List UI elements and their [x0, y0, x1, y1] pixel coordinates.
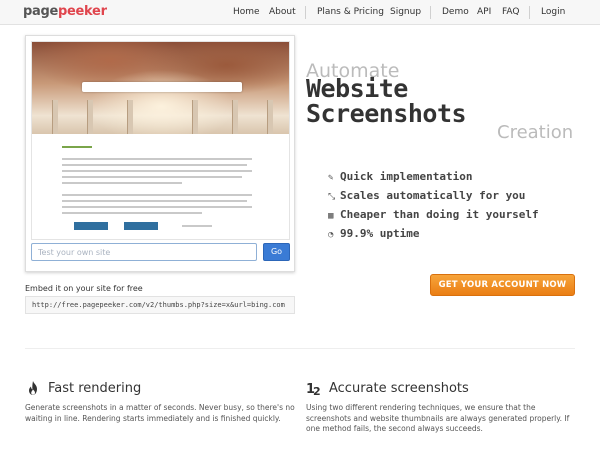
nav-faq-link[interactable]: FAQ [502, 7, 519, 17]
grid-icon: ▦ [328, 211, 334, 221]
section-divider [25, 348, 575, 349]
mini-consent-dialog [54, 136, 269, 239]
nav-about-link[interactable]: About [269, 7, 296, 17]
nav-separator [305, 6, 306, 19]
one-two-icon: 1 2 [306, 382, 321, 396]
hero-screenshots: Screenshots [306, 99, 467, 128]
arrows-icon: ⤡ [328, 192, 336, 202]
nav-demo-link[interactable]: Demo [442, 7, 469, 17]
hero-creation: Creation [497, 122, 574, 143]
benefit-text-accurate-screenshots: Using two different rendering techniques… [306, 403, 570, 433]
feature-item: ✎ Quick implementation [328, 170, 472, 183]
feature-text: 99.9% uptime [340, 227, 420, 240]
nav-home-link[interactable]: Home [233, 7, 260, 17]
feature-text: Scales automatically for you [340, 189, 526, 202]
nav-links: Home About Plans & Pricing Signup Demo A… [0, 0, 600, 25]
feature-text: Cheaper than doing it yourself [340, 208, 539, 221]
benefit-text-fast-rendering: Generate screenshots in a matter of seco… [25, 403, 295, 423]
test-site-input[interactable] [31, 243, 257, 261]
flame-icon [29, 381, 37, 395]
ceiling-photo [32, 42, 289, 134]
svg-text:2: 2 [313, 385, 321, 396]
nav-plans-pricing-link[interactable]: Plans & Pricing [317, 7, 384, 17]
sample-screenshot-image [31, 41, 290, 240]
pencil-icon: ✎ [328, 173, 334, 183]
benefit-title-accurate-screenshots: Accurate screenshots [329, 381, 469, 396]
benefit-title-fast-rendering: Fast rendering [48, 381, 142, 396]
nav-separator [430, 6, 431, 19]
go-button[interactable]: Go [263, 243, 290, 261]
feature-item: ⤡ Scales automatically for you [328, 189, 525, 202]
embed-label: Embed it on your site for free [25, 284, 143, 293]
mini-search-bar [82, 82, 242, 92]
get-account-button[interactable]: GET YOUR ACCOUNT NOW [430, 274, 575, 296]
nav-separator [529, 6, 530, 19]
nav-login-link[interactable]: Login [541, 7, 565, 17]
nav-signup-link[interactable]: Signup [390, 7, 421, 17]
screenshot-preview-card: Go [25, 35, 295, 272]
feature-item: ▦ Cheaper than doing it yourself [328, 208, 539, 221]
nav-api-link[interactable]: API [477, 7, 491, 17]
embed-code-field[interactable]: http://free.pagepeeker.com/v2/thumbs.php… [25, 296, 295, 314]
feature-item: ◔ 99.9% uptime [328, 227, 419, 240]
gauge-icon: ◔ [328, 230, 334, 240]
top-navbar: pagepeeker Home About Plans & Pricing Si… [0, 0, 600, 25]
feature-text: Quick implementation [340, 170, 473, 183]
